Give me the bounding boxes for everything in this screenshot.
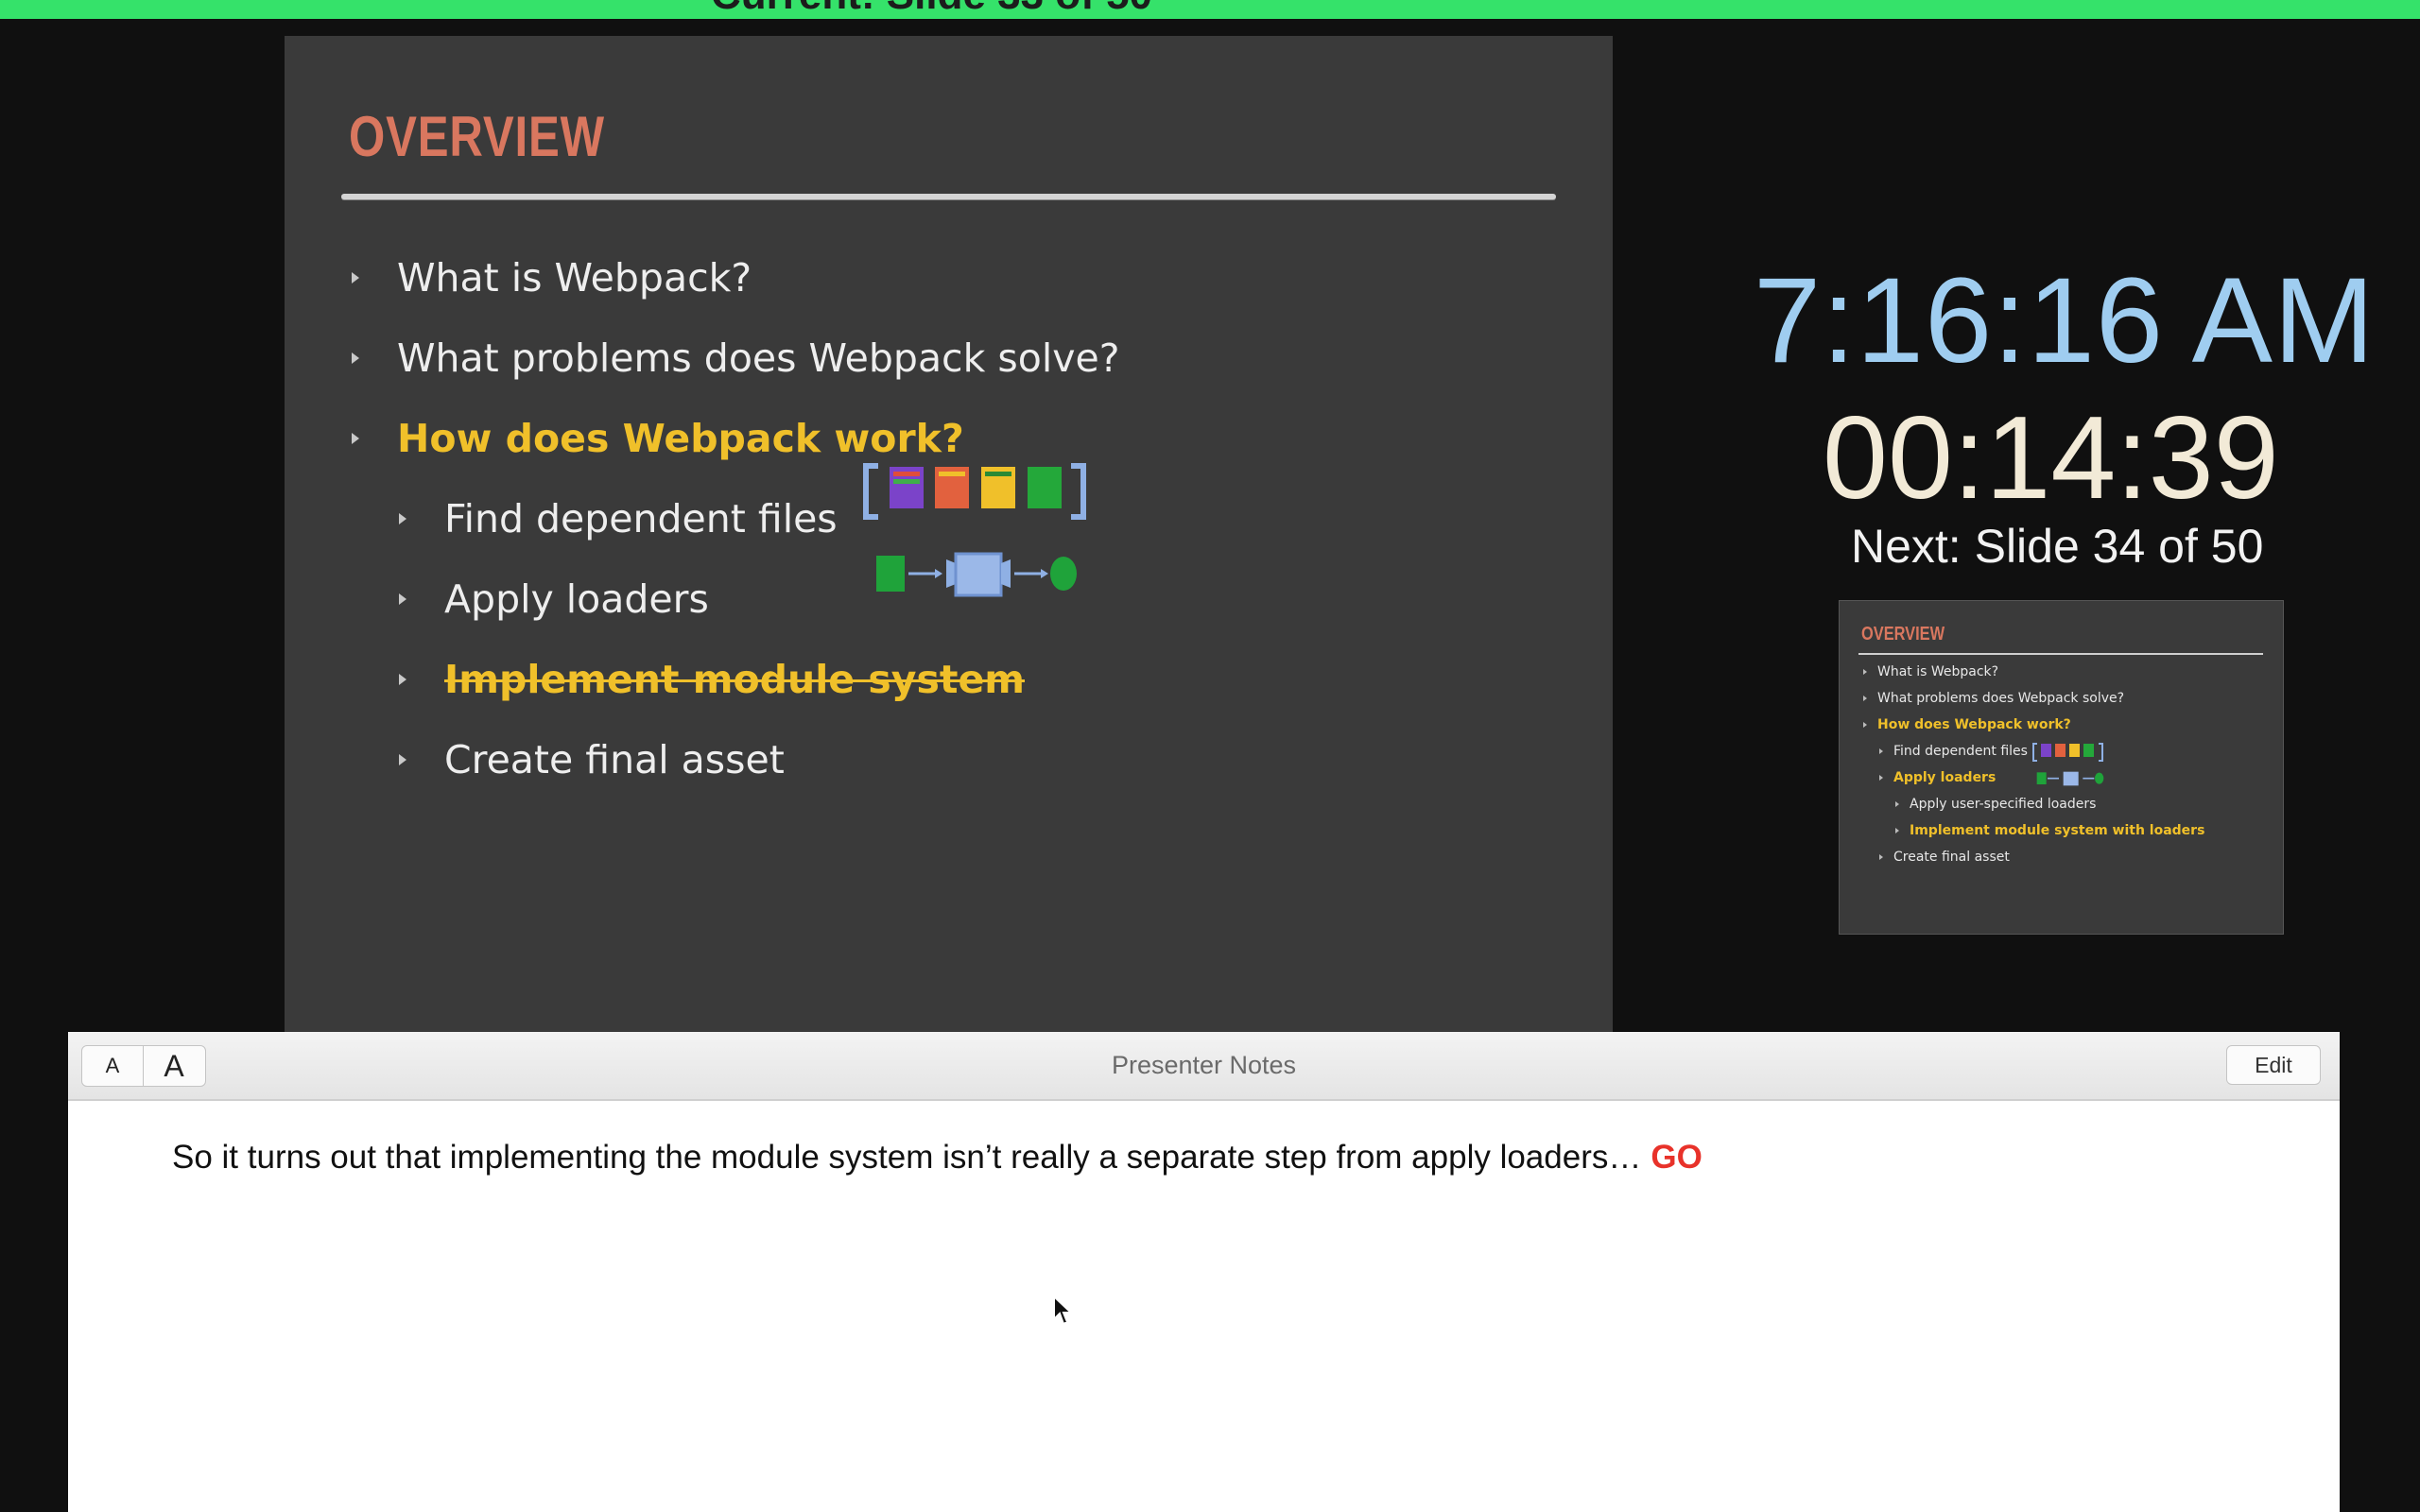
current-slide-banner: Current: Slide 33 of 50 xyxy=(0,0,2420,19)
notes-title: Presenter Notes xyxy=(1111,1051,1297,1079)
preview-item: Apply loaders xyxy=(1879,770,1996,785)
bullet-triangle-icon xyxy=(352,352,359,364)
presenter-notes-panel: A A Presenter Notes Edit So it turns out… xyxy=(68,1032,2340,1512)
bullet-triangle-icon xyxy=(399,593,406,605)
preview-item: Create final asset xyxy=(1879,850,2010,865)
preview-item: What problems does Webpack solve? xyxy=(1863,691,2124,706)
current-time: 7:16:16 AM xyxy=(1754,253,2376,388)
notes-text[interactable]: So it turns out that implementing the mo… xyxy=(172,1139,1703,1177)
bullet-what-is-webpack: What is Webpack? xyxy=(352,255,752,301)
bracket-left-icon xyxy=(863,463,878,520)
bullet-triangle-icon xyxy=(352,433,359,444)
preview-item: Apply user-specified loaders xyxy=(1895,797,2096,812)
current-slide: OVERVIEW What is Webpack? What problems … xyxy=(285,36,1613,1034)
bullet-implement-module: Implement module system xyxy=(399,657,1025,702)
preview-item: What is Webpack? xyxy=(1863,664,1998,679)
green-file-icon xyxy=(1028,467,1062,508)
bracket-right-icon xyxy=(1071,463,1086,520)
title-rule xyxy=(341,194,1556,199)
preview-item: Find dependent files xyxy=(1879,744,2028,759)
edit-button[interactable]: Edit xyxy=(2226,1045,2321,1085)
preview-loader-icon xyxy=(2036,771,2104,786)
preview-file-icons xyxy=(2032,743,2108,762)
yellow-file-icon xyxy=(981,467,1015,508)
slide-title: OVERVIEW xyxy=(349,105,605,168)
loader-diagram-icon xyxy=(876,552,1077,597)
bullet-how-works: How does Webpack work? xyxy=(352,416,964,461)
notes-highlight: GO xyxy=(1651,1139,1703,1176)
purple-file-icon xyxy=(890,467,924,508)
preview-title: OVERVIEW xyxy=(1861,624,1945,644)
preview-rule xyxy=(1858,653,2263,655)
preview-item: How does Webpack work? xyxy=(1863,717,2071,732)
bullet-find-dependent: Find dependent files xyxy=(399,496,838,541)
current-slide-label: Current: Slide 33 of 50 xyxy=(711,0,1152,19)
elapsed-timer[interactable]: 00:14:39 xyxy=(1823,391,2279,525)
orange-file-icon xyxy=(935,467,969,508)
bullet-problems: What problems does Webpack solve? xyxy=(352,335,1119,381)
bullet-triangle-icon xyxy=(399,674,406,685)
bullet-triangle-icon xyxy=(352,272,359,284)
bullet-triangle-icon xyxy=(399,513,406,524)
mouse-cursor-icon xyxy=(1053,1295,1073,1326)
preview-item: Implement module system with loaders xyxy=(1895,823,2204,838)
notes-toolbar: A A Presenter Notes Edit xyxy=(68,1032,2340,1101)
bullet-apply-loaders: Apply loaders xyxy=(399,576,709,622)
next-slide-preview: OVERVIEW What is Webpack? What problems … xyxy=(1839,600,2284,935)
next-slide-label: Next: Slide 34 of 50 xyxy=(1851,520,2264,573)
bullet-triangle-icon xyxy=(399,754,406,765)
bullet-create-final: Create final asset xyxy=(399,737,785,782)
notes-body: So it turns out that implementing the mo… xyxy=(172,1139,1642,1176)
